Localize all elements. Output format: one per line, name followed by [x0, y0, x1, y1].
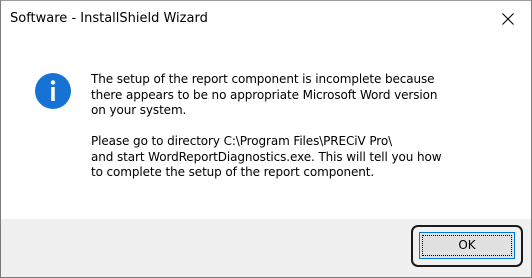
installshield-dialog: Software - InstallShield Wizard The setu… — [0, 0, 532, 278]
window-title: Software - InstallShield Wizard — [10, 11, 208, 26]
message-line: The setup of the report component is inc… — [91, 72, 435, 86]
info-icon — [35, 73, 71, 109]
title-bar[interactable]: Software - InstallShield Wizard — [1, 1, 531, 37]
message-line: and start WordReportDiagnostics.exe. Thi… — [91, 149, 442, 164]
dialog-content: The setup of the report component is inc… — [1, 37, 531, 219]
message-text: The setup of the report component is inc… — [91, 72, 511, 181]
message-line: Please go to directory C:\Program Files\… — [91, 134, 393, 148]
message-line: there appears to be no appropriate Micro… — [91, 87, 438, 102]
message-line: on your system. — [91, 103, 187, 117]
close-button[interactable] — [485, 1, 531, 37]
ok-button[interactable]: OK — [419, 232, 515, 259]
button-bar: OK — [1, 219, 531, 277]
ok-button-label: OK — [458, 238, 476, 252]
message-line: to complete the setup of the report comp… — [91, 165, 375, 179]
close-icon — [502, 13, 514, 25]
